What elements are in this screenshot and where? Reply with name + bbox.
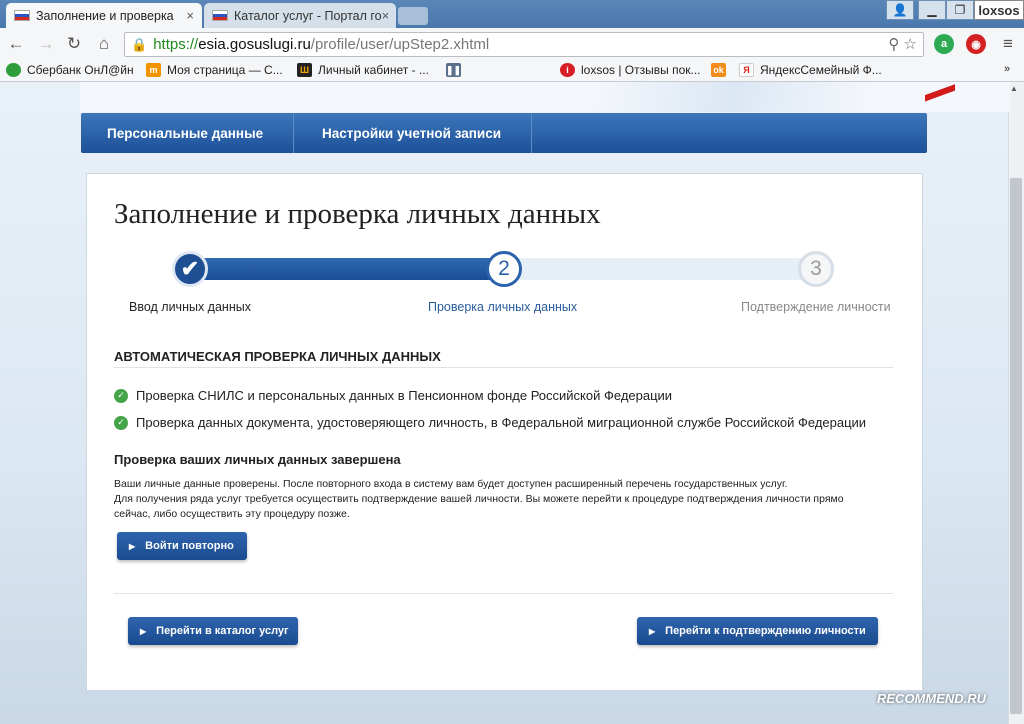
check-text: Проверка данных документа, удостоверяюще… [136,415,867,430]
forward-arrow-icon[interactable]: → [34,32,58,56]
check-circle-icon: ✓ [114,415,128,430]
bookmark-item[interactable]: ok [711,63,732,77]
odnoklassniki-icon: ok [711,63,726,77]
browser-toolbar: ← → ↻ ⌂ 🔒 https:// esia.gosuslugi.ru /pr… [0,28,1024,60]
pause-icon: ❚❚ [446,63,461,77]
adblock-icon[interactable]: ◉ [966,34,986,54]
catalog-button-label: Перейти в каталог услуг [156,625,289,637]
lock-icon: 🔒 [131,36,148,52]
arrow-right-icon: ▶ [129,541,136,551]
main-card: Заполнение и проверка личных данных ✔ 2 … [86,173,923,691]
bookmark-label: Сбербанк ОнЛ@йн [27,63,134,77]
catalog-button[interactable]: ▶ Перейти в каталог услуг [128,617,298,645]
bookmark-label: loxsos | Отзывы пок... [581,63,701,77]
bookmarks-bar: Сбербанк ОнЛ@йн m Моя страница — С... Ш … [0,60,1024,82]
bookmark-item[interactable]: Я ЯндексСемейный Ф... [739,63,882,77]
divider [114,593,893,594]
arrow-right-icon: ▶ [140,626,147,636]
sberbank-icon [6,63,21,77]
header-banner [80,82,1010,112]
step-done-check-icon: ✔ [172,251,208,287]
url-scheme: https:// [153,36,199,53]
check-circle-icon: ✓ [114,388,128,403]
maximize-icon[interactable]: ❐ [946,0,974,20]
page-title: Заполнение и проверка личных данных [114,198,601,230]
header-decoration [925,82,955,114]
search-star-icons[interactable]: ⚲ ☆ [888,35,917,53]
step-current: 2 [486,251,522,287]
reload-icon[interactable]: ↻ [62,32,86,56]
relogin-button-label: Войти повторно [145,540,234,552]
browser-tab-active[interactable]: Заполнение и проверка × [6,3,202,28]
note-line: Для получения ряда услуг требуется осуще… [114,493,844,505]
home-icon[interactable]: ⌂ [92,32,116,56]
check-item: ✓ Проверка данных документа, удостоверяю… [114,415,866,430]
bookmark-item[interactable]: i loxsos | Отзывы пок... [560,63,701,77]
step-pending: 3 [798,251,834,287]
russian-flag-icon [212,10,228,21]
step-label-3: Подтверждение личности [741,300,891,314]
watermark: RECOMMEND.RU [877,691,987,706]
url-path: /profile/user/upStep2.xhtml [310,36,490,53]
progress-fill [187,258,507,280]
more-bookmarks-icon[interactable]: » [1004,63,1010,75]
cabinet-icon: Ш [297,63,312,77]
bookmark-label: Личный кабинет - ... [318,63,429,77]
note-line: Ваши личные данные проверены. После повт… [114,478,788,490]
step-label-1: Ввод личных данных [129,300,251,314]
bookmark-item[interactable]: Сбербанк ОнЛ@йн [6,63,134,77]
tab-title: Заполнение и проверка [36,8,174,23]
tab-title: Каталог услуг - Портал го [234,8,382,23]
note-line: сейчас, либо осуществить эту процедуру п… [114,508,350,520]
close-tab-icon[interactable]: × [382,8,390,23]
check-text: Проверка СНИЛС и персональных данных в П… [136,388,673,403]
nav-personal-data[interactable]: Персональные данные [81,113,294,153]
section-title: Автоматическая проверка личных данных [114,349,441,364]
irecommend-icon: i [560,63,575,77]
yandex-icon: Я [739,63,754,77]
mail-icon: m [146,63,161,77]
relogin-button[interactable]: ▶ Войти повторно [117,532,247,560]
main-navigation: Персональные данные Настройки учетной за… [81,113,927,153]
minimize-icon[interactable]: ▁ [918,0,946,20]
browser-tab-bar: Заполнение и проверка × Каталог услуг - … [0,0,1024,28]
step-label-2: Проверка личных данных [428,300,578,314]
check-item: ✓ Проверка СНИЛС и персональных данных в… [114,388,672,403]
new-tab-button[interactable] [398,7,428,25]
completion-title: Проверка ваших личных данных завершена [114,452,401,467]
close-tab-icon[interactable]: × [186,8,194,23]
address-bar[interactable]: 🔒 https:// esia.gosuslugi.ru /profile/us… [124,32,924,57]
bookmark-item[interactable]: Ш Личный кабинет - ... [297,63,429,77]
confirm-identity-button[interactable]: ▶ Перейти к подтверждению личности [637,617,878,645]
menu-icon[interactable]: ≡ [996,32,1020,56]
bookmark-item[interactable]: m Моя страница — С... [146,63,283,77]
profile-icon[interactable]: 👤 [886,0,914,20]
confirm-button-label: Перейти к подтверждению личности [665,625,866,637]
divider [114,367,893,368]
url-host: esia.gosuslugi.ru [198,36,311,53]
extension-icon[interactable]: a [934,34,954,54]
bookmark-label: Моя страница — С... [167,63,283,77]
scroll-up-arrow-icon[interactable]: ▲ [1010,84,1018,93]
bookmark-label: ЯндексСемейный Ф... [760,63,882,77]
scrollbar-thumb[interactable] [1010,178,1022,714]
browser-tab[interactable]: Каталог услуг - Портал го × [204,3,396,28]
arrow-right-icon: ▶ [649,626,656,636]
profile-name[interactable]: loxsos [974,0,1024,20]
back-arrow-icon[interactable]: ← [4,32,28,56]
russian-flag-icon [14,10,30,21]
bookmark-item[interactable]: ❚❚ [446,63,467,77]
nav-account-settings[interactable]: Настройки учетной записи [294,113,532,153]
